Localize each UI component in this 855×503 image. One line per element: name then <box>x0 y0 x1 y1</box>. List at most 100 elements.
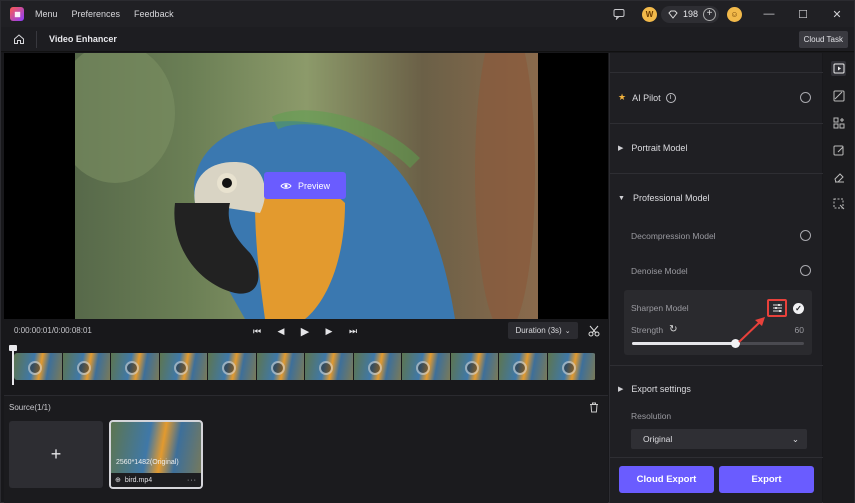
credits-pill[interactable]: 198 + <box>660 5 719 23</box>
skip-to-end-icon[interactable]: ⏭ <box>341 324 365 338</box>
source-label: Source(1/1) <box>9 403 51 412</box>
ai-pilot-section: ★ AI Pilot i <box>610 72 823 123</box>
timeline-frame <box>547 353 595 380</box>
sharpen-model-header[interactable]: Sharpen Model ✓ <box>631 299 804 317</box>
more-options-icon[interactable]: ··· <box>187 477 197 484</box>
portrait-model-header[interactable]: ▶ Portrait Model <box>618 143 811 153</box>
resolution-label-row: Resolution <box>631 411 811 421</box>
title-bar-actions: W 198 + ☺ — ☐ ✕ <box>612 1 854 27</box>
header-bar: Video Enhancer Cloud Task <box>1 27 854 52</box>
video-filename: bird.mp4 <box>124 476 153 484</box>
thumbnail-strip[interactable] <box>14 353 596 380</box>
ai-pilot-radio[interactable] <box>800 92 811 103</box>
selection-tool-icon[interactable] <box>831 196 846 211</box>
menu-item-feedback[interactable]: Feedback <box>134 9 174 19</box>
sharpen-model-card[interactable]: Sharpen Model ✓ Strength ↻ 60 <box>624 290 812 355</box>
decompression-model-radio[interactable] <box>800 230 811 241</box>
timecode: 0:00:00:01/0:00:08:01 <box>14 326 92 335</box>
eye-icon <box>280 182 292 189</box>
video-enhancer-tool-icon[interactable] <box>831 61 846 76</box>
video-card-footer: ⊕ bird.mp4 ··· <box>111 473 201 487</box>
preview-button[interactable]: Preview <box>264 172 346 199</box>
strength-slider[interactable] <box>632 339 804 348</box>
divider <box>36 30 37 48</box>
cloud-task-button[interactable]: Cloud Task <box>798 31 848 48</box>
timeline-frame <box>14 353 62 380</box>
export-button[interactable]: Export <box>719 466 814 493</box>
duration-dropdown[interactable]: Duration (3s) ⌄ <box>508 322 578 339</box>
play-icon[interactable]: ▶ <box>293 324 317 338</box>
timeline-frame <box>305 353 353 380</box>
add-video-button[interactable]: + <box>9 421 103 488</box>
denoise-model-radio[interactable] <box>800 265 811 276</box>
image-enhance-tool-icon[interactable] <box>831 88 846 103</box>
close-icon[interactable]: ✕ <box>820 1 854 27</box>
app-window: Menu Preferences Feedback W 198 + ☺ — ☐ … <box>0 0 855 503</box>
denoise-model-label: Denoise Model <box>631 265 688 276</box>
menu-item-menu[interactable]: Menu <box>35 9 58 19</box>
title-bar: Menu Preferences Feedback W 198 + ☺ — ☐ … <box>1 1 854 27</box>
source-panel: Source(1/1) + 2560*1482(Original) ⊕ bird… <box>4 395 608 503</box>
reset-icon[interactable]: ↻ <box>669 324 677 335</box>
page-title: Video Enhancer <box>49 34 117 44</box>
app-logo-icon <box>10 7 24 21</box>
message-icon[interactable] <box>612 7 626 21</box>
avatar[interactable]: ☺ <box>727 6 742 22</box>
trash-icon[interactable] <box>588 401 600 413</box>
sliders-settings-icon[interactable] <box>767 299 787 317</box>
decompression-model-option[interactable]: Decompression Model <box>631 230 811 241</box>
strength-slider-fill <box>632 342 736 345</box>
timeline-frame <box>62 353 110 380</box>
resolution-label: Resolution <box>631 411 672 421</box>
playhead[interactable] <box>9 345 17 385</box>
cloud-export-button[interactable]: Cloud Export <box>619 466 714 493</box>
export-settings-header[interactable]: ▶ Export settings <box>618 384 811 394</box>
resolution-dropdown[interactable]: Original ⌄ <box>631 429 807 449</box>
strength-label: Strength <box>631 324 664 335</box>
menu-item-preferences[interactable]: Preferences <box>72 9 121 19</box>
info-icon[interactable]: i <box>665 92 676 103</box>
ai-pilot-label: AI Pilot <box>632 92 661 103</box>
denoise-model-option[interactable]: Denoise Model <box>631 265 811 276</box>
home-icon[interactable] <box>12 32 26 46</box>
video-file-icon: ⊕ <box>115 477 121 484</box>
transport-buttons: ⏮ ◀ ▶ ▶ ⏭ <box>245 324 365 338</box>
video-preview: Preview <box>4 53 608 319</box>
edit-tool-icon[interactable] <box>831 142 846 157</box>
portrait-model-label: Portrait Model <box>631 143 688 153</box>
diamond-icon <box>668 10 678 19</box>
next-frame-icon[interactable]: ▶ <box>317 324 341 338</box>
chevron-down-icon: ⌄ <box>564 327 571 335</box>
minimize-icon[interactable]: — <box>752 1 786 27</box>
timeline-frame <box>256 353 304 380</box>
caret-right-icon: ▶ <box>618 386 624 393</box>
ai-pilot-option[interactable]: ★ AI Pilot i <box>618 92 811 103</box>
chevron-down-icon: ⌄ <box>791 433 799 444</box>
caret-right-icon: ▶ <box>618 145 624 152</box>
maximize-icon[interactable]: ☐ <box>786 1 820 27</box>
video-resolution: 2560*1482(Original) <box>116 459 179 466</box>
model-panel: ★ AI Pilot i ▶ Portrait Model ▼ Professi… <box>609 53 823 503</box>
duration-label: Duration (3s) <box>515 326 562 335</box>
professional-model-header[interactable]: ▼ Professional Model <box>618 193 811 203</box>
add-credits-icon[interactable]: + <box>703 7 716 21</box>
export-settings-label: Export settings <box>631 384 691 394</box>
timeline[interactable] <box>4 343 608 395</box>
professional-model-label: Professional Model <box>632 193 710 203</box>
sharpen-model-check-icon[interactable]: ✓ <box>793 302 804 314</box>
tool-sidebar <box>823 53 854 503</box>
timeline-frame <box>208 353 256 380</box>
source-video-card[interactable]: 2560*1482(Original) ⊕ bird.mp4 ··· <box>109 420 203 489</box>
previous-frame-icon[interactable]: ◀ <box>269 324 293 338</box>
layout-tool-icon[interactable] <box>831 115 846 130</box>
vip-coin-icon[interactable]: W <box>641 6 657 22</box>
scissors-icon[interactable] <box>587 324 601 338</box>
star-icon: ★ <box>618 92 627 102</box>
preview-button-label: Preview <box>297 180 330 191</box>
sharpen-model-label: Sharpen Model <box>631 303 689 313</box>
strength-row: Strength ↻ 60 <box>631 324 804 335</box>
resolution-value: Original <box>643 434 673 444</box>
decompression-model-label: Decompression Model <box>631 230 716 241</box>
skip-to-start-icon[interactable]: ⏮ <box>245 324 269 338</box>
eraser-tool-icon[interactable] <box>831 169 846 184</box>
